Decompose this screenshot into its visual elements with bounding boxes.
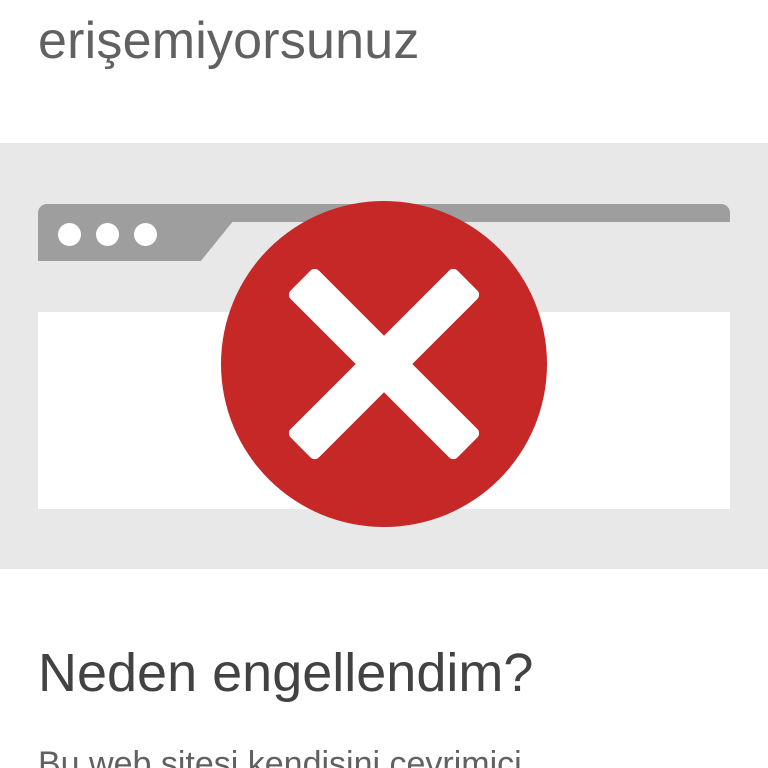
explanation-text: Bu web sitesi kendisini çevrimiçi xyxy=(38,745,522,768)
blocked-illustration xyxy=(0,143,768,569)
window-dot-icon xyxy=(96,223,119,246)
why-blocked-heading: Neden engellendim? xyxy=(38,643,534,703)
browser-window-illustration xyxy=(38,201,730,527)
window-dot-icon xyxy=(134,223,157,246)
blocked-x-icon xyxy=(221,201,547,527)
window-dot-icon xyxy=(58,223,81,246)
blocked-page: erişemiyorsunuz Neden engellendim? Bu we… xyxy=(0,0,768,768)
page-title: erişemiyorsunuz xyxy=(38,12,420,70)
